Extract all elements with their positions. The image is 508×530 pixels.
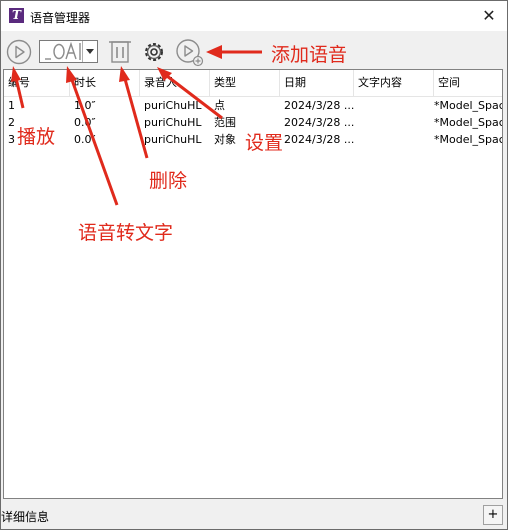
speech-to-text-icon: [45, 41, 81, 60]
cell-text-content: [354, 97, 434, 114]
title-bar: T 语音管理器 ✕: [1, 1, 507, 31]
cell-text-content: [354, 131, 434, 148]
add-voice-button[interactable]: [175, 38, 204, 67]
cell-id: 1: [8, 99, 15, 112]
column-header-id[interactable]: 编号: [4, 70, 70, 96]
cell-type: 点: [214, 99, 225, 112]
list-header: 编号 时长 录音人 类型 日期 文字内容 空间: [4, 70, 502, 97]
cell-space: *Model_Space: [434, 116, 502, 129]
window-title: 语音管理器: [30, 11, 91, 25]
cell-duration: 0.0″: [74, 116, 96, 129]
gear-icon: [145, 43, 163, 61]
add-voice-icon: [176, 39, 204, 67]
cell-recorder: puriChuHL: [144, 133, 202, 146]
annotation-settings: 设置: [245, 132, 284, 154]
cell-date: 2024/3/28 ...: [284, 116, 354, 129]
column-header-type[interactable]: 类型: [210, 70, 280, 96]
cell-recorder: puriChuHL: [144, 116, 202, 129]
column-header-date[interactable]: 日期: [280, 70, 354, 96]
play-icon: [6, 39, 32, 65]
cell-duration: 1.0″: [74, 99, 96, 112]
details-label: 详细信息: [1, 510, 50, 524]
trash-icon: [109, 41, 131, 63]
status-bar: 详细信息 +: [1, 503, 507, 527]
column-header-recorder[interactable]: 录音人: [140, 70, 210, 96]
app-icon: T: [9, 8, 24, 23]
cell-date: 2024/3/28 ...: [284, 133, 354, 146]
chevron-down-icon[interactable]: [82, 41, 97, 62]
speech-to-text-select[interactable]: [39, 40, 98, 63]
cell-duration: 0.0″: [74, 133, 96, 146]
annotation-speech-to-text: 语音转文字: [78, 222, 174, 244]
cell-date: 2024/3/28 ...: [284, 99, 354, 112]
annotation-add-voice: 添加语音: [271, 44, 348, 66]
cell-space: *Model_Space: [434, 133, 502, 146]
toolbar: [1, 32, 507, 68]
column-header-duration[interactable]: 时长: [70, 70, 140, 96]
settings-button[interactable]: [140, 38, 168, 66]
annotation-play: 播放: [17, 126, 56, 148]
annotation-delete: 删除: [149, 170, 188, 192]
close-button[interactable]: ✕: [471, 1, 507, 31]
column-header-text-content[interactable]: 文字内容: [354, 70, 434, 96]
cell-space: *Model_Space: [434, 99, 502, 112]
table-row[interactable]: 1 1.0″ puriChuHL 点 2024/3/28 ... *Model_…: [4, 97, 502, 114]
voice-manager-window: T 语音管理器 ✕ 编号 时长 录音人 类型 日期 文字内容 空间 1 1.0″…: [0, 0, 508, 530]
delete-button[interactable]: [106, 38, 134, 66]
cell-recorder: puriChuHL: [144, 99, 202, 112]
play-button[interactable]: [5, 38, 33, 66]
expand-details-button[interactable]: +: [483, 505, 503, 525]
column-header-space[interactable]: 空间: [434, 70, 502, 96]
cell-text-content: [354, 114, 434, 131]
